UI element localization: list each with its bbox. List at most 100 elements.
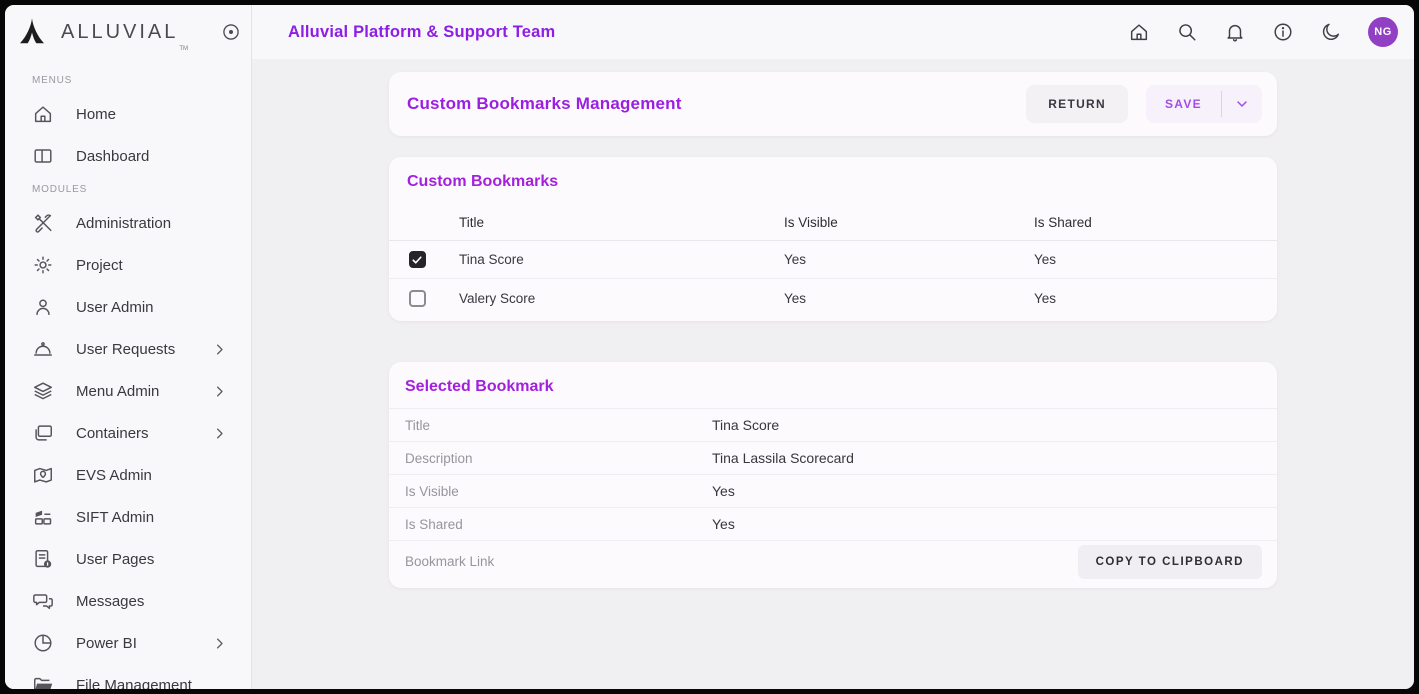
- field-value: Tina Score: [712, 417, 1277, 433]
- chevron-right-icon: [212, 426, 227, 441]
- sidebar-item-home[interactable]: Home: [5, 93, 251, 135]
- sidebar-item-messages[interactable]: Messages: [5, 580, 251, 622]
- nav-section-label-menus: MENUS: [32, 75, 251, 86]
- team-title: Alluvial Platform & Support Team: [288, 23, 555, 42]
- field-label: Bookmark Link: [405, 554, 712, 569]
- sidebar-item-file-management[interactable]: File Management: [5, 664, 251, 689]
- folder-icon: [32, 674, 54, 689]
- sidebar-item-label: User Admin: [76, 299, 154, 316]
- sidebar-item-evs-admin[interactable]: EVS Admin: [5, 454, 251, 496]
- info-icon[interactable]: [1272, 21, 1294, 43]
- field-label: Title: [405, 418, 712, 433]
- app-window: ALLUVIAL TM MENUS Home Dashboard MODULES…: [5, 5, 1414, 689]
- page-header-card: Custom Bookmarks Management RETURN SAVE: [389, 72, 1277, 136]
- field-label: Is Visible: [405, 484, 712, 499]
- header-buttons: RETURN SAVE: [1026, 85, 1262, 123]
- topbar-actions: NG: [1128, 17, 1398, 47]
- custom-bookmarks-card: Custom Bookmarks Title Is Visible Is Sha…: [389, 157, 1277, 321]
- document-info-icon: [32, 548, 54, 570]
- cell-is-shared: Yes: [1020, 252, 1277, 267]
- layers-icon: [32, 380, 54, 402]
- field-value: Tina Lassila Scorecard: [712, 450, 1277, 466]
- sidebar-item-user-pages[interactable]: User Pages: [5, 538, 251, 580]
- topbar: Alluvial Platform & Support Team NG: [252, 5, 1414, 59]
- sidebar-item-sift-admin[interactable]: SIFT Admin: [5, 496, 251, 538]
- field-row-bookmark-link: Bookmark Link COPY TO CLIPBOARD: [389, 540, 1277, 582]
- field-value: Yes: [712, 483, 1277, 499]
- sidebar-item-menu-admin[interactable]: Menu Admin: [5, 370, 251, 412]
- brand-trademark: TM: [179, 46, 188, 52]
- cell-title: Tina Score: [445, 252, 770, 267]
- sidebar-item-user-requests[interactable]: User Requests: [5, 328, 251, 370]
- field-row-description: Description Tina Lassila Scorecard: [389, 441, 1277, 474]
- inventory-icon: [32, 506, 54, 528]
- bookmarks-table-header: Title Is Visible Is Shared: [389, 205, 1277, 241]
- sidebar-item-power-bi[interactable]: Power BI: [5, 622, 251, 664]
- search-icon[interactable]: [1176, 21, 1198, 43]
- cell-is-visible: Yes: [770, 291, 1020, 306]
- row-checkbox[interactable]: [409, 251, 426, 268]
- brand-row: ALLUVIAL TM: [5, 5, 251, 59]
- sidebar-item-dashboard[interactable]: Dashboard: [5, 135, 251, 177]
- field-value: Yes: [712, 516, 1277, 532]
- sidebar-item-label: File Management: [76, 677, 192, 690]
- sidebar-item-containers[interactable]: Containers: [5, 412, 251, 454]
- tools-icon: [32, 212, 54, 234]
- table-row[interactable]: Tina Score Yes Yes: [389, 241, 1277, 279]
- notifications-bell-icon[interactable]: [1224, 21, 1246, 43]
- cell-title: Valery Score: [445, 291, 770, 306]
- cell-is-shared: Yes: [1020, 291, 1277, 306]
- custom-bookmarks-title: Custom Bookmarks: [407, 173, 1277, 191]
- row-checkbox[interactable]: [409, 290, 426, 307]
- chat-icon: [32, 590, 54, 612]
- gear-icon: [32, 254, 54, 276]
- chevron-right-icon: [212, 384, 227, 399]
- dark-mode-moon-icon[interactable]: [1320, 21, 1342, 43]
- frames-icon: [32, 422, 54, 444]
- sidebar-item-administration[interactable]: Administration: [5, 202, 251, 244]
- return-button[interactable]: RETURN: [1026, 85, 1128, 123]
- table-row[interactable]: Valery Score Yes Yes: [389, 279, 1277, 317]
- sidebar-item-label: Administration: [76, 215, 171, 232]
- brand-name: ALLUVIAL: [61, 21, 178, 44]
- sidebar-item-label: Messages: [76, 593, 144, 610]
- field-row-is-shared: Is Shared Yes: [389, 507, 1277, 540]
- save-options-button[interactable]: [1222, 85, 1262, 123]
- user-avatar[interactable]: NG: [1368, 17, 1398, 47]
- selected-bookmark-card: Selected Bookmark Title Tina Score Descr…: [389, 362, 1277, 588]
- alluvial-logo-icon: [17, 17, 47, 47]
- pie-chart-icon: [32, 632, 54, 654]
- sidebar-item-label: Dashboard: [76, 148, 149, 165]
- dashboard-icon: [32, 145, 54, 167]
- sidebar-item-label: Project: [76, 257, 123, 274]
- header-title: Title: [445, 215, 770, 230]
- sidebar-toggle-icon[interactable]: [221, 22, 241, 42]
- sidebar-item-label: Containers: [76, 425, 149, 442]
- chevron-down-icon: [1234, 96, 1250, 112]
- home-icon[interactable]: [1128, 21, 1150, 43]
- sidebar-item-label: Home: [76, 106, 116, 123]
- field-label: Is Shared: [405, 517, 712, 532]
- sidebar-item-label: Menu Admin: [76, 383, 159, 400]
- save-button[interactable]: SAVE: [1146, 85, 1221, 123]
- sidebar-item-label: EVS Admin: [76, 467, 152, 484]
- sidebar-item-project[interactable]: Project: [5, 244, 251, 286]
- field-label: Description: [405, 451, 712, 466]
- nav-section-label-modules: MODULES: [32, 184, 251, 195]
- home-icon: [32, 103, 54, 125]
- sidebar-item-label: Power BI: [76, 635, 137, 652]
- chevron-right-icon: [212, 636, 227, 651]
- sidebar-item-user-admin[interactable]: User Admin: [5, 286, 251, 328]
- header-is-shared: Is Shared: [1020, 215, 1277, 230]
- window-frame: ALLUVIAL TM MENUS Home Dashboard MODULES…: [0, 0, 1419, 694]
- service-dome-icon: [32, 338, 54, 360]
- sidebar: ALLUVIAL TM MENUS Home Dashboard MODULES…: [5, 5, 252, 689]
- field-row-title: Title Tina Score: [389, 408, 1277, 441]
- user-icon: [32, 296, 54, 318]
- chevron-right-icon: [212, 342, 227, 357]
- sidebar-item-label: User Requests: [76, 341, 175, 358]
- cell-is-visible: Yes: [770, 252, 1020, 267]
- copy-to-clipboard-button[interactable]: COPY TO CLIPBOARD: [1078, 545, 1262, 579]
- selected-bookmark-title: Selected Bookmark: [405, 378, 1277, 396]
- map-pin-icon: [32, 464, 54, 486]
